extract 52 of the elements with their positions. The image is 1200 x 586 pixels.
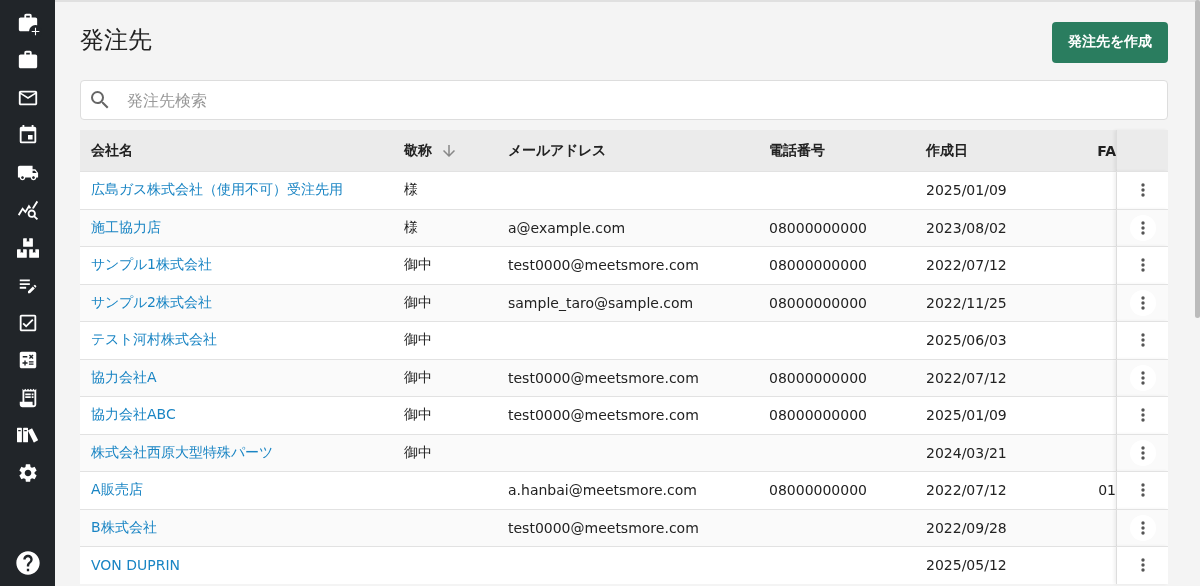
table-cell: 様 <box>393 208 497 246</box>
table-cell: 2023/08/02 <box>915 208 1091 246</box>
create-button[interactable]: 発注先を作成 <box>1052 21 1168 63</box>
company-link[interactable]: サンプル2株式会社 <box>91 293 212 312</box>
more-icon <box>1140 258 1145 273</box>
table-cell: 2024/03/21 <box>915 433 1091 471</box>
table-cell: 2022/11/25 <box>915 283 1091 321</box>
more-icon <box>1140 220 1145 235</box>
column-header[interactable]: 作成日 <box>915 130 1091 171</box>
company-link[interactable]: サンプル1株式会社 <box>91 256 212 275</box>
column-header[interactable]: メールアドレス <box>497 130 758 171</box>
column-header[interactable]: 敬称 <box>393 130 497 171</box>
table-cell: 2022/09/28 <box>915 508 1091 546</box>
column-header[interactable]: 電話番号 <box>758 130 915 171</box>
page-title: 発注先 <box>80 25 152 56</box>
company-link[interactable]: 協力会社ABC <box>91 406 176 425</box>
company-link[interactable]: A販売店 <box>91 481 143 500</box>
more-button[interactable] <box>1129 214 1156 241</box>
more-icon <box>1140 483 1145 498</box>
table-cell: a@example.com <box>497 208 758 246</box>
more-button[interactable] <box>1129 514 1156 541</box>
table-cell: 御中 <box>393 283 497 321</box>
more-icon <box>1140 445 1145 460</box>
company-link[interactable]: 広島ガス株式会社（使用不可）受注先用 <box>91 181 343 200</box>
table-cell: sample_taro@sample.com <box>497 283 758 321</box>
table-cell: test0000@meetsmore.com <box>497 358 758 396</box>
column-header[interactable]: FA <box>1091 130 1116 171</box>
more-icon <box>1140 408 1145 423</box>
more-icon <box>1140 558 1145 573</box>
company-link[interactable]: 協力会社A <box>91 368 157 387</box>
scrollbar[interactable] <box>1195 0 1200 318</box>
table-cell: 御中 <box>393 433 497 471</box>
more-icon <box>1140 333 1145 348</box>
table-cell: 2022/07/12 <box>915 358 1091 396</box>
company-link[interactable]: VON DUPRIN <box>91 557 181 574</box>
table-cell: 08000000000 <box>758 358 915 396</box>
search-field[interactable]: 発注先検索 <box>80 80 1168 120</box>
more-icon <box>1140 370 1145 385</box>
company-link[interactable]: B株式会社 <box>91 518 157 537</box>
more-button[interactable] <box>1129 364 1156 391</box>
more-button[interactable] <box>1129 439 1156 466</box>
more-icon <box>1140 183 1145 198</box>
table-cell: test0000@meetsmore.com <box>497 508 758 546</box>
table-cell: 08000000000 <box>758 283 915 321</box>
company-link[interactable]: テスト河村株式会社 <box>91 331 217 350</box>
table-cell: 御中 <box>393 358 497 396</box>
column-header[interactable]: 会社名 <box>80 130 393 171</box>
company-link[interactable]: 施工協力店 <box>91 218 161 237</box>
more-icon <box>1140 295 1145 310</box>
table-cell: 08000000000 <box>758 208 915 246</box>
more-icon <box>1140 520 1145 535</box>
more-button[interactable] <box>1129 289 1156 316</box>
